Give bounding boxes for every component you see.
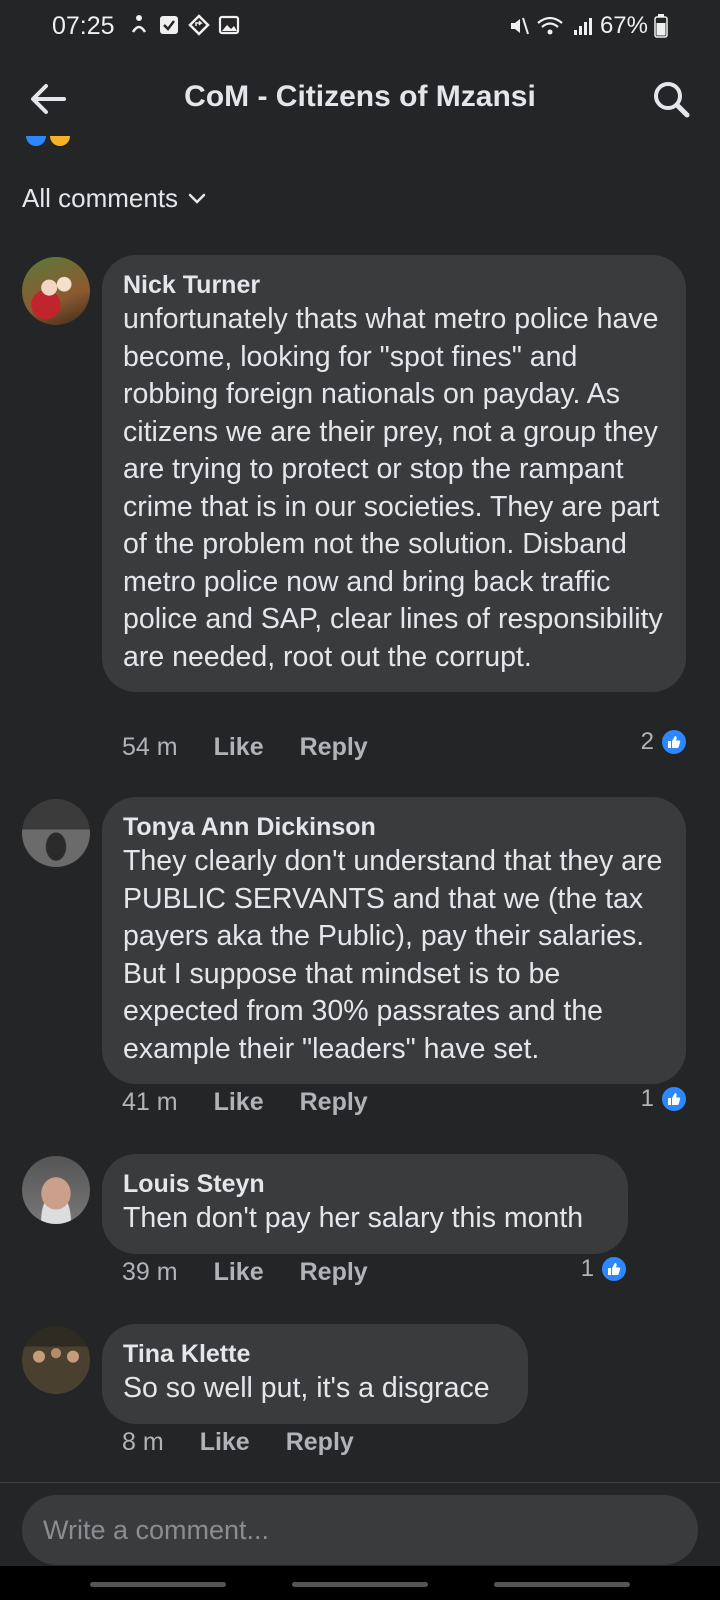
avatar[interactable] [22, 1326, 90, 1394]
wifi-icon [537, 16, 563, 35]
avatar[interactable] [22, 257, 90, 325]
comment-author[interactable]: Louis Steyn [123, 1168, 608, 1200]
comment-composer-bar: Write a comment... [0, 1482, 720, 1600]
notification-icons [128, 14, 240, 36]
battery-icon [654, 14, 668, 38]
reply-button[interactable]: Reply [286, 1428, 354, 1457]
checkbox-icon [160, 16, 178, 34]
chevron-down-icon [188, 193, 206, 204]
haha-reaction-icon [50, 136, 70, 146]
comment-input[interactable]: Write a comment... [22, 1495, 698, 1565]
like-count: 1 [640, 1085, 654, 1112]
recents-nav-button[interactable] [90, 1582, 226, 1587]
thumbs-up-icon [660, 728, 688, 756]
directions-icon [188, 14, 210, 36]
like-button[interactable]: Like [200, 1428, 250, 1457]
comment-time[interactable]: 39 m [122, 1258, 178, 1287]
comment-author[interactable]: Tina Klette [123, 1338, 508, 1370]
comment-text: So so well put, it's a disgrace [123, 1372, 490, 1404]
search-icon[interactable] [650, 78, 692, 120]
comment-bubble: Louis Steyn Then don't pay her salary th… [102, 1154, 628, 1254]
like-button[interactable]: Like [214, 733, 264, 762]
comments-filter[interactable]: All comments [22, 183, 206, 214]
like-count: 1 [580, 1255, 594, 1282]
accessibility-icon [131, 15, 147, 33]
app-header: CoM - Citizens of Mzansi [0, 60, 720, 136]
like-button[interactable]: Like [214, 1088, 264, 1117]
comment-text: They clearly don't understand that they … [123, 845, 663, 1065]
reaction-count[interactable]: 2 [641, 728, 688, 756]
system-nav-bar [0, 1566, 720, 1600]
comment-text: Then don't pay her salary this month [123, 1202, 584, 1234]
like-reaction-icon [26, 136, 46, 146]
comment-bubble: Nick Turner unfortunately thats what met… [102, 255, 686, 692]
filter-label: All comments [22, 183, 179, 213]
comment-time[interactable]: 54 m [122, 733, 178, 762]
comment-author[interactable]: Nick Turner [123, 269, 666, 301]
reactions-summary[interactable] [26, 136, 76, 148]
page-title: CoM - Citizens of Mzansi [184, 80, 536, 113]
status-right: 67% [508, 12, 668, 40]
comment-input-placeholder: Write a comment... [43, 1514, 270, 1545]
comment-time[interactable]: 41 m [122, 1088, 178, 1117]
comment-actions: 54 m Like Reply [122, 733, 368, 762]
mute-icon [510, 17, 529, 35]
avatar[interactable] [22, 1156, 90, 1224]
comment-bubble: Tina Klette So so well put, it's a disgr… [102, 1324, 528, 1424]
comment-actions: 41 m Like Reply [122, 1088, 368, 1117]
battery-percent: 67% [599, 12, 648, 39]
comment-time[interactable]: 8 m [122, 1428, 164, 1457]
thumbs-up-icon [660, 1085, 688, 1113]
reply-button[interactable]: Reply [300, 733, 368, 762]
reply-button[interactable]: Reply [300, 1088, 368, 1117]
like-count: 2 [640, 728, 654, 755]
comment-author[interactable]: Tonya Ann Dickinson [123, 811, 666, 843]
reaction-count[interactable]: 1 [581, 1255, 628, 1283]
home-nav-button[interactable] [292, 1582, 428, 1587]
status-bar: 07:25 67% [0, 0, 720, 54]
status-time: 07:25 [52, 12, 115, 40]
back-nav-button[interactable] [494, 1582, 630, 1587]
reply-button[interactable]: Reply [300, 1258, 368, 1287]
comment-actions: 39 m Like Reply [122, 1258, 368, 1287]
comment-text: unfortunately thats what metro police ha… [123, 303, 663, 673]
thumbs-up-icon [600, 1255, 628, 1283]
reaction-count[interactable]: 1 [641, 1085, 688, 1113]
comment-bubble: Tonya Ann Dickinson They clearly don't u… [102, 797, 686, 1084]
like-button[interactable]: Like [214, 1258, 264, 1287]
comment-actions: 8 m Like Reply [122, 1428, 354, 1457]
image-icon [218, 15, 240, 35]
signal-icon [573, 18, 592, 35]
avatar[interactable] [22, 799, 90, 867]
